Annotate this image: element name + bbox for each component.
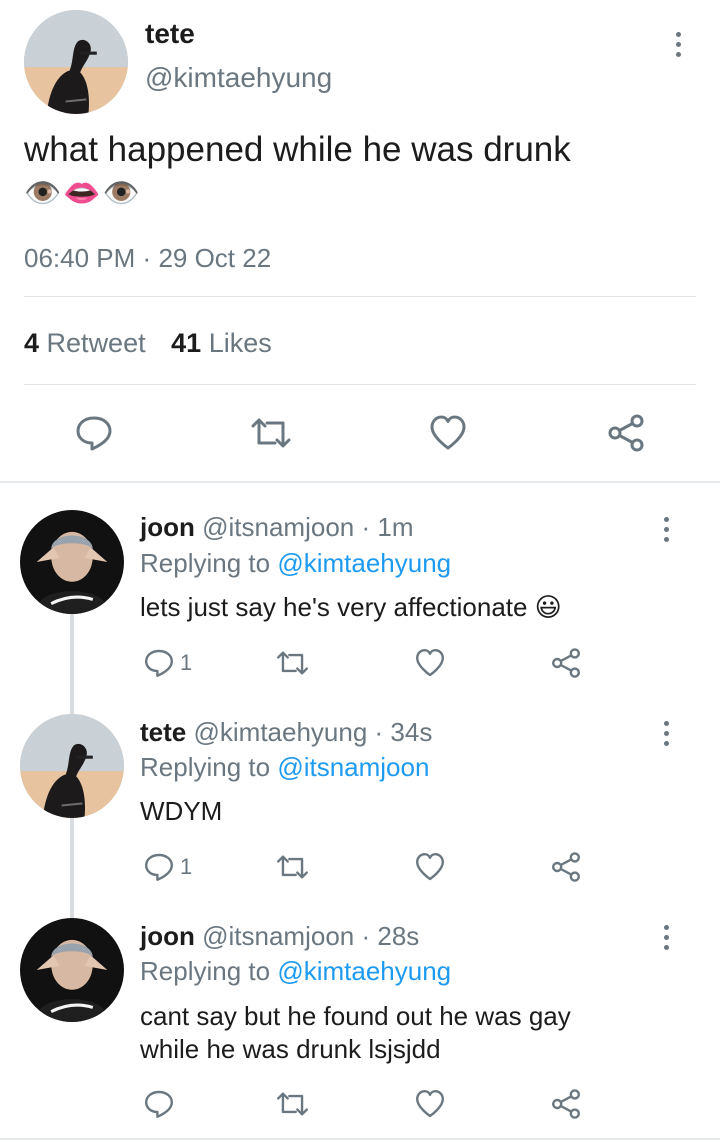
retweet-count: 4 [24, 328, 40, 358]
reply-header: joon @itsnamjoon · 1m [140, 512, 413, 543]
tweet-date: 29 Oct 22 [158, 243, 272, 273]
reply-avatar[interactable] [20, 510, 124, 614]
more-options-icon[interactable] [666, 24, 690, 64]
likes-label: Likes [208, 328, 272, 358]
reply-age: · 34s [374, 717, 433, 747]
reply-display-name[interactable]: joon [140, 512, 195, 542]
more-options-icon[interactable] [654, 509, 678, 549]
retweet-stat[interactable]: 4 Retweet [24, 328, 153, 358]
thread-connector [70, 614, 74, 714]
retweet-icon[interactable] [249, 413, 293, 453]
reply-icon[interactable] [143, 647, 175, 679]
reply-text-line: while he was drunk lsjsjdd [140, 1034, 441, 1064]
author-display-name[interactable]: tete [145, 18, 195, 50]
retweet-icon[interactable] [275, 851, 310, 883]
reply-icon[interactable] [74, 413, 114, 453]
reply-handle[interactable]: @itsnamjoon [202, 921, 354, 951]
reply-display-name[interactable]: tete [140, 717, 186, 747]
reply-icon[interactable] [143, 1088, 175, 1120]
reply-handle[interactable]: @itsnamjoon [202, 512, 354, 542]
likes-stat[interactable]: 41 Likes [171, 328, 272, 358]
author-handle[interactable]: @kimtaehyung [145, 62, 332, 94]
reply-age: · 1m [361, 512, 414, 542]
more-options-icon[interactable] [654, 917, 678, 957]
share-icon[interactable] [606, 413, 646, 453]
reply-age: · 28s [361, 921, 420, 951]
bottom-divider [0, 1138, 720, 1140]
author-avatar[interactable] [24, 10, 128, 114]
heart-icon[interactable] [414, 1088, 446, 1120]
replying-to: Replying to @itsnamjoon [140, 752, 429, 783]
likes-count: 41 [171, 328, 202, 358]
reply-avatar[interactable] [20, 714, 124, 818]
divider [24, 296, 696, 297]
replying-to-label: Replying to [140, 956, 271, 986]
retweet-icon[interactable] [275, 1088, 310, 1120]
heart-icon[interactable] [428, 413, 468, 453]
heart-icon[interactable] [414, 851, 446, 883]
reply-count: 1 [180, 854, 193, 879]
tweet-stats: 4 Retweet 41 Likes [24, 328, 272, 359]
more-options-icon[interactable] [654, 713, 678, 753]
thread-connector [70, 818, 74, 918]
reply-count: 1 [180, 650, 193, 675]
reply-handle[interactable]: @kimtaehyung [193, 717, 367, 747]
reply-header: joon @itsnamjoon · 28s [140, 921, 419, 952]
share-icon[interactable] [550, 851, 582, 883]
section-divider [0, 481, 720, 483]
replying-to-label: Replying to [140, 752, 271, 782]
replying-to-label: Replying to [140, 548, 271, 578]
retweet-icon[interactable] [275, 647, 310, 679]
reply-avatar[interactable] [20, 918, 124, 1022]
share-icon[interactable] [550, 647, 582, 679]
tweet-timestamp: 06:40 PM · 29 Oct 22 [24, 243, 271, 274]
replying-to: Replying to @kimtaehyung [140, 548, 451, 579]
tweet-emojis: 👁️👄👁️ [24, 177, 143, 210]
replying-to: Replying to @kimtaehyung [140, 956, 451, 987]
divider [24, 384, 696, 385]
reply-display-name[interactable]: joon [140, 921, 195, 951]
reply-text: lets just say he's very affectionate 😃 [140, 592, 562, 622]
timestamp-separator: · [142, 243, 152, 273]
replying-to-handle[interactable]: @kimtaehyung [277, 548, 451, 578]
tweet-time: 06:40 PM [24, 243, 136, 273]
heart-icon[interactable] [414, 647, 446, 679]
share-icon[interactable] [550, 1088, 582, 1120]
retweet-label: Retweet [46, 328, 146, 358]
reply-header: tete @kimtaehyung · 34s [140, 717, 432, 748]
reply-text-line: cant say but he found out he was gay [140, 1001, 571, 1031]
reply-text: cant say but he found out he was gay whi… [140, 1000, 571, 1066]
replying-to-handle[interactable]: @kimtaehyung [277, 956, 451, 986]
reply-icon[interactable] [143, 851, 175, 883]
reply-text: WDYM [140, 796, 223, 826]
tweet-text: what happened while he was drunk [24, 130, 571, 169]
replying-to-handle[interactable]: @itsnamjoon [277, 752, 429, 782]
